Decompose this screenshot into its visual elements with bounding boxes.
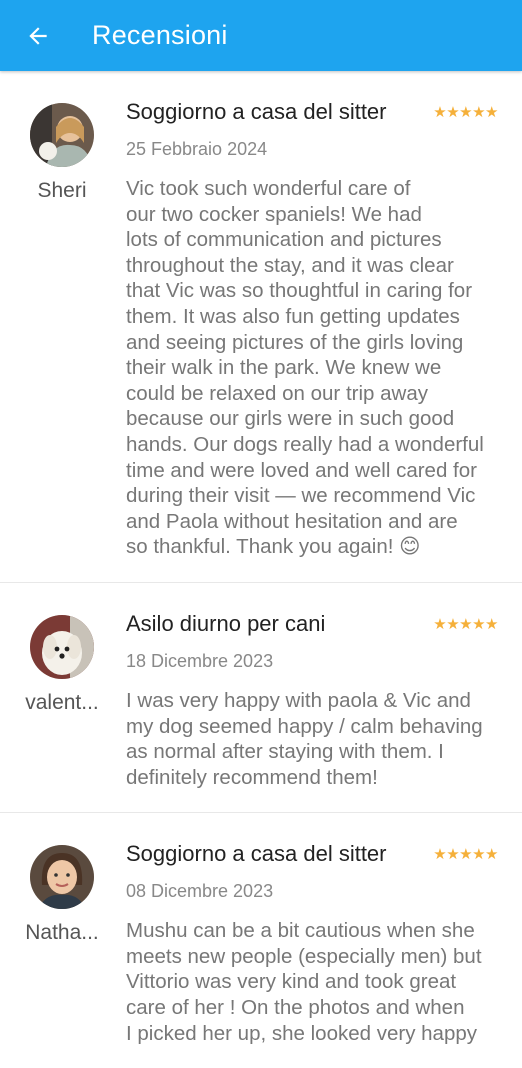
page-title: Recensioni — [92, 20, 228, 50]
review-date: 08 Dicembre 2023 — [126, 881, 274, 902]
review-card: Sheri Soggiorno a casa del sitter ★★★★★ … — [0, 71, 522, 583]
star-rating: ★★★★★ — [433, 615, 498, 633]
review-text: Vic took such wonderful care of our two … — [126, 177, 484, 559]
avatar — [30, 614, 94, 679]
review-service-title: Soggiorno a casa del sitter — [126, 841, 387, 867]
avatar — [30, 103, 94, 167]
app-bar: Recensioni — [0, 0, 522, 71]
reviewer-name: Natha... — [25, 921, 99, 945]
review-text: I was very happy with paola & Vic and my… — [126, 688, 483, 789]
star-rating: ★★★★★ — [433, 104, 498, 121]
review-date: 25 Febbraio 2024 — [126, 139, 268, 159]
review-card: Natha... Soggiorno a casa del sitter ★★★… — [0, 813, 522, 1068]
star-rating: ★★★★★ — [433, 846, 498, 864]
reviewer-name: valent... — [25, 690, 99, 714]
avatar — [30, 845, 94, 910]
review-service-title: Asilo diurno per cani — [126, 610, 326, 636]
arrow-left-icon — [29, 26, 47, 45]
reviewer-name: Sheri — [37, 179, 87, 202]
review-service-title: Soggiorno a casa del sitter — [126, 99, 387, 124]
back-button[interactable] — [8, 6, 68, 66]
review-card: valent... Asilo diurno per cani ★★★★★ 18… — [0, 583, 522, 814]
review-text: Mushu can be a bit cautious when she mee… — [126, 919, 482, 1045]
reviews-list: Sheri Soggiorno a casa del sitter ★★★★★ … — [0, 71, 522, 1068]
review-date: 18 Dicembre 2023 — [126, 650, 274, 671]
